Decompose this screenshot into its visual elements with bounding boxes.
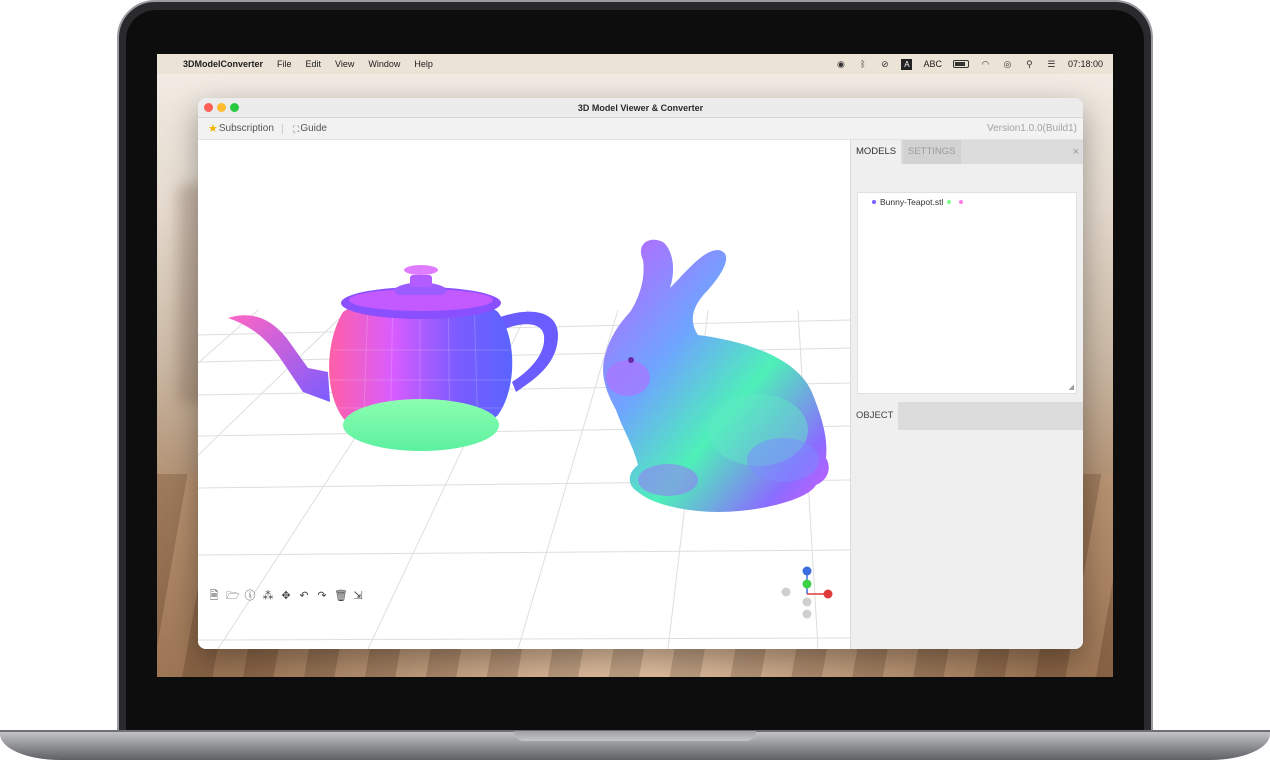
color-dot-icon [959,200,964,204]
close-icon[interactable]: × [1073,140,1079,164]
subscription-label: Subscription [218,123,274,134]
resize-grip-icon[interactable]: ◢ [1069,383,1074,391]
open-folder-icon[interactable]: 🗁 [226,590,240,602]
guide-label: Guide [300,123,327,134]
tab-settings[interactable]: SETTINGS [903,140,961,164]
teapot-model[interactable] [228,265,558,451]
new-file-icon[interactable]: 🗎 [208,590,220,602]
desktop-screen: 3DModelConverter File Edit View Window H… [157,54,1113,677]
laptop-notch [514,731,756,741]
window-minimize-button[interactable] [217,103,226,112]
move-icon[interactable]: ✥ [280,590,292,602]
top-toolbar: ★ Subscription ⛶ Guide Version1.0.0(Buil… [198,118,1083,140]
x-axis-icon [823,589,833,599]
color-dot-icon [947,200,952,204]
redo-icon[interactable]: ↷ [316,590,328,602]
star-icon: ★ [208,123,218,135]
axis-gizmo[interactable] [781,566,833,619]
app-window: 3D Model Viewer & Converter ★ Subscripti… [198,98,1083,649]
menu-view[interactable]: View [335,59,354,69]
input-source-label[interactable]: ABC [923,59,942,69]
battery-icon[interactable] [952,60,969,68]
material-icon[interactable]: ⁂ [262,590,274,602]
menu-clock[interactable]: 07:18:00 [1068,59,1103,69]
airdrop-off-icon[interactable]: ⊘ [879,59,890,70]
control-center-icon[interactable]: ☰ [1046,59,1057,70]
list-item[interactable]: Bunny-Teapot.stl [872,197,964,207]
menu-help[interactable]: Help [414,59,433,69]
guide-map-icon: ⛶ [293,124,300,134]
models-list[interactable]: Bunny-Teapot.stl ◢ [857,192,1077,394]
guide-button[interactable]: ⛶ Guide [293,118,327,140]
panel-tabs: MODELS SETTINGS × [851,140,1083,164]
toolbar-divider [282,124,283,134]
side-panel: MODELS SETTINGS × Bunny-Teapot.stl ◢ OBJ… [850,140,1083,649]
3d-viewport[interactable]: 🗎 🗁 ⓘ ⁂ ✥ ↶ ↷ 🗑 ⇲ [198,140,850,649]
subscription-button[interactable]: ★ Subscription [208,118,274,140]
menu-edit[interactable]: Edit [306,59,322,69]
bluetooth-icon[interactable]: ᛒ [857,59,868,70]
model-name: Bunny-Teapot.stl [880,197,944,207]
menu-app-name[interactable]: 3DModelConverter [183,59,263,69]
window-title: 3D Model Viewer & Converter [577,103,704,113]
version-label: Version1.0.0(Build1) [986,123,1077,134]
spotlight-search-icon[interactable]: ⚲ [1024,59,1035,70]
bullet-icon [872,200,876,204]
status-area: ◉ ᛒ ⊘ A ABC ◠ ◎ ⚲ ☰ 07:18:00 [835,54,1103,74]
bunny-model[interactable] [603,239,829,512]
info-icon[interactable]: ⓘ [244,590,256,602]
menu-bar: 3DModelConverter File Edit View Window H… [157,54,1113,74]
title-bar[interactable]: 3D Model Viewer & Converter [198,98,1083,118]
y-axis-icon [802,579,812,589]
z-axis-icon [802,566,812,576]
siri-icon[interactable]: ◉ [835,59,846,70]
object-tabs: OBJECT [851,402,1083,430]
viewport-scene [198,239,850,649]
export-icon[interactable]: ⇲ [352,590,364,602]
undo-icon[interactable]: ↶ [298,590,310,602]
menu-window[interactable]: Window [368,59,400,69]
input-source-icon[interactable]: A [901,58,913,70]
menu-file[interactable]: File [277,59,292,69]
delete-icon[interactable]: 🗑 [334,590,348,602]
window-close-button[interactable] [204,103,213,112]
viewport-toolbar: 🗎 🗁 ⓘ ⁂ ✥ ↶ ↷ 🗑 ⇲ [208,590,364,602]
tab-models[interactable]: MODELS [851,140,902,164]
window-zoom-button[interactable] [230,103,239,112]
tab-object[interactable]: OBJECT [851,402,899,430]
wifi-icon[interactable]: ◠ [980,59,991,70]
user-icon[interactable]: ◎ [1002,59,1013,70]
